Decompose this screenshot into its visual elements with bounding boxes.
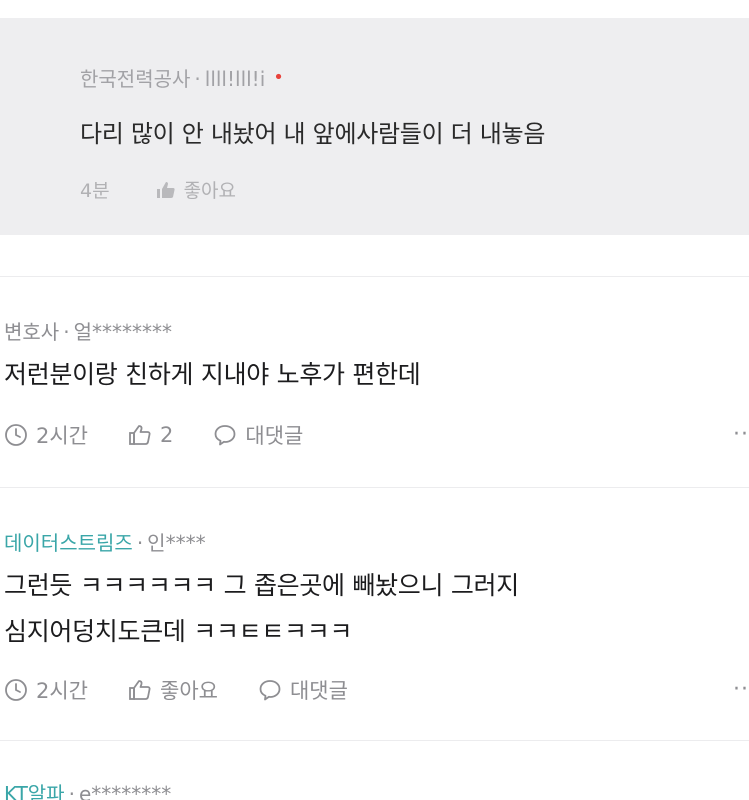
comment-author[interactable]: 데이터스트림즈 <box>4 531 133 555</box>
time-label: 2시간 <box>36 424 89 448</box>
comment-meta: 데이터스트림즈 · 인**** <box>4 527 206 556</box>
comment-text-line-2: 심지어덩치도큰데 ㅋㅋㅌㅌㅋㅋㅋ <box>4 617 353 646</box>
comment-item: KT알파 · e******** <box>0 740 749 800</box>
more-dots-icon[interactable]: ·· <box>733 422 749 447</box>
more-dots-icon[interactable]: ·· <box>733 677 749 702</box>
comment-actions: 2시간 2 대댓글 <box>4 420 303 450</box>
clock-icon <box>5 424 27 446</box>
comment-user-id: 인**** <box>147 531 206 555</box>
meta-separator: · <box>68 782 75 800</box>
thumbs-up-icon <box>129 425 151 445</box>
reply-button[interactable]: 대댓글 <box>258 675 348 705</box>
reply-button[interactable]: 대댓글 <box>213 420 303 450</box>
comment-user-id: 얼******** <box>73 320 172 344</box>
meta-separator: · <box>136 531 144 555</box>
like-label: 좋아요 <box>160 679 218 703</box>
reply-label: 대댓글 <box>289 679 348 703</box>
reply-like-label: 좋아요 <box>183 180 237 202</box>
reply-text: 다리 많이 안 내놨어 내 앞에사람들이 더 내놓음 <box>80 120 546 148</box>
reply-actions: 4분 좋아요 <box>80 176 236 203</box>
comment-time: 2시간 <box>4 675 88 705</box>
comment-thread: 한국전력공사 · llll!lll!i • 다리 많이 안 내놨어 내 앞에사람들이 … <box>0 0 749 800</box>
reply-author[interactable]: 한국전력공사 <box>80 67 190 91</box>
comment-author[interactable]: KT알파 <box>4 782 65 800</box>
clock-icon <box>5 679 27 701</box>
like-button[interactable]: 좋아요 <box>128 675 218 705</box>
comment-user-id: e******** <box>78 782 172 800</box>
comment-item: 데이터스트림즈 · 인**** 그런듯 ㅋㅋㅋㅋㅋㅋ 그 좁은곳에 빼놨으니 그러지… <box>0 487 749 740</box>
reply-time: 4분 <box>80 180 110 202</box>
comment-time: 2시간 <box>4 420 88 450</box>
thumbs-up-icon <box>156 181 175 198</box>
reply-label: 대댓글 <box>245 424 304 448</box>
comment-text: 저런분이랑 친하게 지내야 노후가 편한데 <box>4 360 421 389</box>
thumbs-up-icon <box>129 680 151 700</box>
comment-text-line-1: 그런듯 ㅋㅋㅋㅋㅋㅋ 그 좁은곳에 빼놨으니 그러지 <box>4 571 519 600</box>
meta-separator: · <box>63 320 70 344</box>
reply-card: 한국전력공사 · llll!lll!i • 다리 많이 안 내놨어 내 앞에사람들이 … <box>0 18 749 235</box>
speech-bubble-icon <box>214 425 236 446</box>
like-button[interactable]: 2 <box>128 423 173 447</box>
meta-separator: · <box>194 67 201 91</box>
reply-meta: 한국전력공사 · llll!lll!i • <box>80 63 284 92</box>
like-count: 2 <box>160 423 174 447</box>
reply-like-button[interactable]: 좋아요 <box>156 176 236 203</box>
reply-user-id: llll!lll!i <box>204 67 266 91</box>
comment-meta: 변호사 · 얼******** <box>4 316 172 345</box>
comment-author[interactable]: 변호사 <box>4 320 59 344</box>
comment-actions: 2시간 좋아요 대댓글 <box>4 675 348 705</box>
comment-meta: KT알파 · e******** <box>4 778 171 800</box>
new-marker-dot: • <box>273 67 284 88</box>
time-label: 2시간 <box>36 679 89 703</box>
comment-item: 변호사 · 얼******** 저런분이랑 친하게 지내야 노후가 편한데 2시간 … <box>0 276 749 486</box>
speech-bubble-icon <box>259 680 281 701</box>
